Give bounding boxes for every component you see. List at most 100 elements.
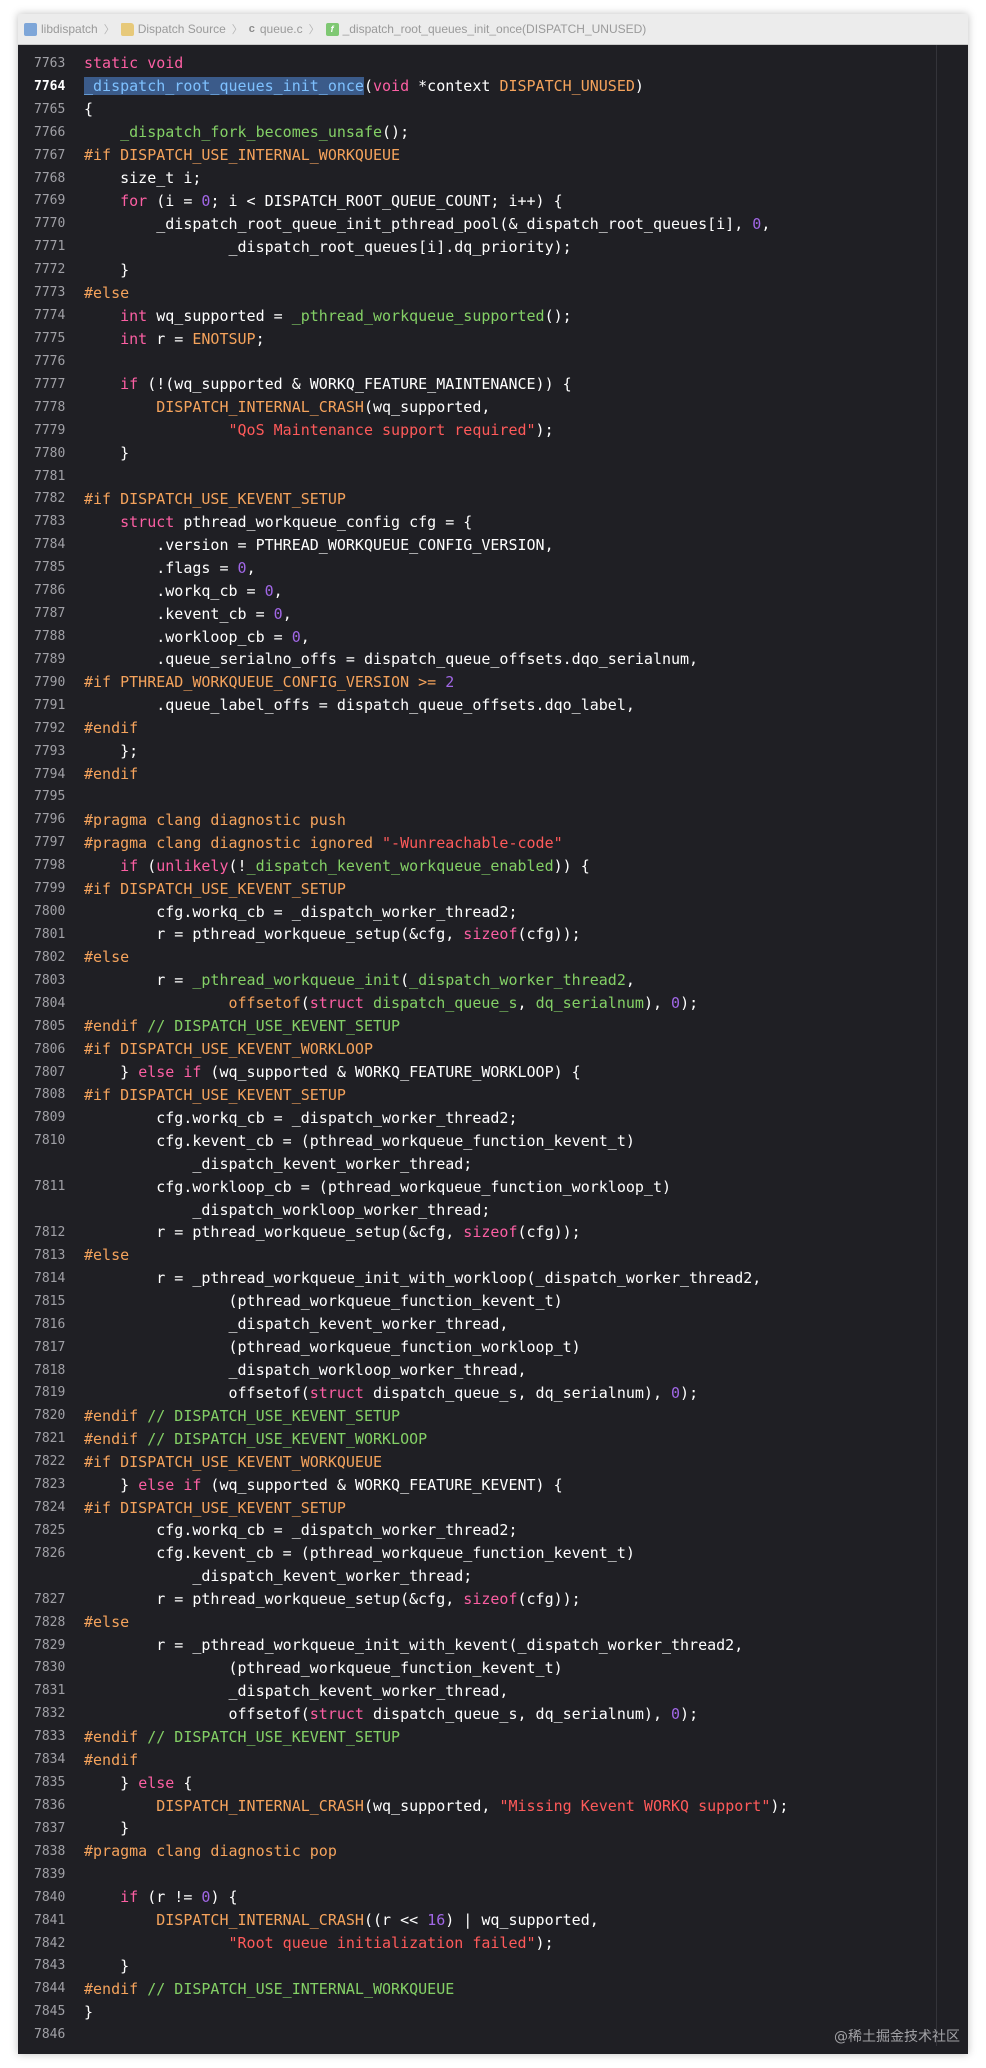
code-line[interactable]: 7818 _dispatch_workloop_worker_thread, bbox=[18, 1359, 968, 1382]
code-line[interactable]: 7839 bbox=[18, 1863, 968, 1886]
code-line[interactable]: 7835 } else { bbox=[18, 1771, 968, 1794]
code-line[interactable]: 7825 cfg.workq_cb = _dispatch_worker_thr… bbox=[18, 1519, 968, 1542]
code-line[interactable]: _dispatch_kevent_worker_thread; bbox=[18, 1565, 968, 1588]
code-line[interactable]: 7763 static void bbox=[18, 52, 968, 75]
code-line[interactable]: 7806 #if DISPATCH_USE_KEVENT_WORKLOOP bbox=[18, 1038, 968, 1061]
code-line[interactable]: 7782 #if DISPATCH_USE_KEVENT_SETUP bbox=[18, 488, 968, 511]
code-line[interactable]: 7826 cfg.kevent_cb = (pthread_workqueue_… bbox=[18, 1542, 968, 1565]
code-line[interactable]: 7829 r = _pthread_workqueue_init_with_ke… bbox=[18, 1634, 968, 1657]
code-line[interactable]: 7810 cfg.kevent_cb = (pthread_workqueue_… bbox=[18, 1129, 968, 1152]
code-line[interactable]: 7794 #endif bbox=[18, 763, 968, 786]
code-line[interactable]: _dispatch_workloop_worker_thread; bbox=[18, 1198, 968, 1221]
code-line[interactable]: 7823 } else if (wq_supported & WORKQ_FEA… bbox=[18, 1473, 968, 1496]
code-line[interactable]: 7824 #if DISPATCH_USE_KEVENT_SETUP bbox=[18, 1496, 968, 1519]
code-line[interactable]: 7785 .flags = 0, bbox=[18, 556, 968, 579]
code-line[interactable]: 7793 }; bbox=[18, 740, 968, 763]
code-line[interactable]: 7802 #else bbox=[18, 946, 968, 969]
code-text: struct pthread_workqueue_config cfg = { bbox=[84, 513, 472, 531]
code-line[interactable]: 7816 _dispatch_kevent_worker_thread, bbox=[18, 1313, 968, 1336]
code-line[interactable]: 7768 size_t i; bbox=[18, 167, 968, 190]
code-line[interactable]: 7791 .queue_label_offs = dispatch_queue_… bbox=[18, 694, 968, 717]
line-number: 7812 bbox=[34, 1224, 66, 1240]
code-line[interactable]: 7790 #if PTHREAD_WORKQUEUE_CONFIG_VERSION… bbox=[18, 671, 968, 694]
code-line[interactable]: 7795 bbox=[18, 786, 968, 809]
code-line[interactable]: 7834 #endif bbox=[18, 1748, 968, 1771]
code-line[interactable]: 7799 #if DISPATCH_USE_KEVENT_SETUP bbox=[18, 877, 968, 900]
code-token: #endif bbox=[84, 1979, 148, 1998]
code-line[interactable]: 7845} bbox=[18, 2000, 968, 2023]
code-line[interactable]: 7843 } bbox=[18, 1955, 968, 1978]
code-line[interactable]: 7821 #endif // DISPATCH_USE_KEVENT_WORKLO… bbox=[18, 1427, 968, 1450]
breadcrumb-item[interactable]: f _dispatch_root_queues_init_once(DISPATC… bbox=[325, 22, 646, 36]
code-line[interactable]: 7776 bbox=[18, 350, 968, 373]
code-line[interactable]: 7842 "Root queue initialization failed")… bbox=[18, 1932, 968, 1955]
code-line[interactable]: 7840 if (r != 0) { bbox=[18, 1886, 968, 1909]
code-line[interactable]: 7833 #endif // DISPATCH_USE_KEVENT_SETUP bbox=[18, 1725, 968, 1748]
code-line[interactable]: 7773 #else bbox=[18, 281, 968, 304]
code-line[interactable]: 7789 .queue_serialno_offs = dispatch_que… bbox=[18, 648, 968, 671]
code-line[interactable]: 7792 #endif bbox=[18, 717, 968, 740]
code-line[interactable]: 7812 r = pthread_workqueue_setup(&cfg, s… bbox=[18, 1221, 968, 1244]
breadcrumb-item[interactable]: libdispatch bbox=[24, 22, 98, 36]
code-line[interactable]: 7830 (pthread_workqueue_function_kevent_… bbox=[18, 1657, 968, 1680]
code-line[interactable]: 7783 struct pthread_workqueue_config cfg… bbox=[18, 510, 968, 533]
code-text: (pthread_workqueue_function_kevent_t) bbox=[84, 1292, 562, 1310]
code-line[interactable]: 7767 #if DISPATCH_USE_INTERNAL_WORKQUEUE bbox=[18, 144, 968, 167]
code-text: #endif // DISPATCH_USE_KEVENT_SETUP bbox=[84, 1017, 400, 1035]
code-line[interactable]: 7780 } bbox=[18, 442, 968, 465]
code-line[interactable]: 7837 } bbox=[18, 1817, 968, 1840]
code-line[interactable]: 7808 #if DISPATCH_USE_KEVENT_SETUP bbox=[18, 1083, 968, 1106]
code-line[interactable]: 7786 .workq_cb = 0, bbox=[18, 579, 968, 602]
code-line[interactable]: 7820 #endif // DISPATCH_USE_KEVENT_SETUP bbox=[18, 1404, 968, 1427]
code-line[interactable]: 7764 _dispatch_root_queues_init_once(void… bbox=[18, 75, 968, 98]
code-line[interactable]: 7805 #endif // DISPATCH_USE_KEVENT_SETUP bbox=[18, 1015, 968, 1038]
code-line[interactable]: 7815 (pthread_workqueue_function_kevent_… bbox=[18, 1290, 968, 1313]
code-line[interactable]: 7807 } else if (wq_supported & WORKQ_FEA… bbox=[18, 1061, 968, 1084]
code-line[interactable]: 7817 (pthread_workqueue_function_workloo… bbox=[18, 1336, 968, 1359]
code-line[interactable]: 7828 #else bbox=[18, 1611, 968, 1634]
code-line[interactable]: 7766 _dispatch_fork_becomes_unsafe(); bbox=[18, 121, 968, 144]
code-line[interactable]: 7779 "QoS Maintenance support required")… bbox=[18, 419, 968, 442]
code-line[interactable]: 7803 r = _pthread_workqueue_init(_dispat… bbox=[18, 969, 968, 992]
code-line[interactable]: _dispatch_kevent_worker_thread; bbox=[18, 1152, 968, 1175]
code-line[interactable]: 7771 _dispatch_root_queues[i].dq_priorit… bbox=[18, 235, 968, 258]
code-line[interactable]: 7819 offsetof(struct dispatch_queue_s, d… bbox=[18, 1381, 968, 1404]
code-line[interactable]: 7774 int wq_supported = _pthread_workque… bbox=[18, 304, 968, 327]
code-text: r = _pthread_workqueue_init_with_workloo… bbox=[84, 1269, 761, 1287]
code-line[interactable]: 7770 _dispatch_root_queue_init_pthread_p… bbox=[18, 212, 968, 235]
code-line[interactable]: 7836 DISPATCH_INTERNAL_CRASH(wq_supporte… bbox=[18, 1794, 968, 1817]
source-editor[interactable]: 7763 static void 7764 _dispatch_root_queues… bbox=[18, 45, 968, 2047]
code-line[interactable]: 7775 int r = ENOTSUP; bbox=[18, 327, 968, 350]
code-line[interactable]: 7844 #endif // DISPATCH_USE_INTERNAL_WORK… bbox=[18, 1977, 968, 2000]
code-line[interactable]: 7809 cfg.workq_cb = _dispatch_worker_thr… bbox=[18, 1106, 968, 1129]
line-number: 7785 bbox=[34, 560, 66, 576]
code-line[interactable]: 7811 cfg.workloop_cb = (pthread_workqueu… bbox=[18, 1175, 968, 1198]
breadcrumb-item[interactable]: c queue.c bbox=[249, 22, 303, 36]
code-line[interactable]: 7846 bbox=[18, 2023, 968, 2046]
code-line[interactable]: 7797 #pragma clang diagnostic ignored "-W… bbox=[18, 831, 968, 854]
code-line[interactable]: 7796 #pragma clang diagnostic push bbox=[18, 808, 968, 831]
code-line[interactable]: 7798 if (unlikely(!_dispatch_kevent_work… bbox=[18, 854, 968, 877]
code-line[interactable]: 7814 r = _pthread_workqueue_init_with_wo… bbox=[18, 1267, 968, 1290]
code-line[interactable]: 7765 { bbox=[18, 98, 968, 121]
code-line[interactable]: 7778 DISPATCH_INTERNAL_CRASH(wq_supporte… bbox=[18, 396, 968, 419]
code-line[interactable]: 7772 } bbox=[18, 258, 968, 281]
code-line[interactable]: 7787 .kevent_cb = 0, bbox=[18, 602, 968, 625]
code-line[interactable]: 7784 .version = PTHREAD_WORKQUEUE_CONFIG… bbox=[18, 533, 968, 556]
code-line[interactable]: 7781 bbox=[18, 465, 968, 488]
code-token: 0 bbox=[752, 214, 762, 233]
code-line[interactable]: 7769 for (i = 0; i < DISPATCH_ROOT_QUEUE… bbox=[18, 190, 968, 213]
code-line[interactable]: 7788 .workloop_cb = 0, bbox=[18, 625, 968, 648]
code-line[interactable]: 7827 r = pthread_workqueue_setup(&cfg, s… bbox=[18, 1588, 968, 1611]
code-line[interactable]: 7832 offsetof(struct dispatch_queue_s, d… bbox=[18, 1702, 968, 1725]
code-line[interactable]: 7804 offsetof(struct dispatch_queue_s, d… bbox=[18, 992, 968, 1015]
breadcrumb-item[interactable]: Dispatch Source bbox=[120, 22, 226, 36]
code-line[interactable]: 7822 #if DISPATCH_USE_KEVENT_WORKQUEUE bbox=[18, 1450, 968, 1473]
code-line[interactable]: 7777 if (!(wq_supported & WORKQ_FEATURE_… bbox=[18, 373, 968, 396]
code-line[interactable]: 7801 r = pthread_workqueue_setup(&cfg, s… bbox=[18, 923, 968, 946]
code-line[interactable]: 7841 DISPATCH_INTERNAL_CRASH((r << 16) |… bbox=[18, 1909, 968, 1932]
code-line[interactable]: 7813 #else bbox=[18, 1244, 968, 1267]
code-line[interactable]: 7831 _dispatch_kevent_worker_thread, bbox=[18, 1679, 968, 1702]
code-line[interactable]: 7838 #pragma clang diagnostic pop bbox=[18, 1840, 968, 1863]
code-line[interactable]: 7800 cfg.workq_cb = _dispatch_worker_thr… bbox=[18, 900, 968, 923]
